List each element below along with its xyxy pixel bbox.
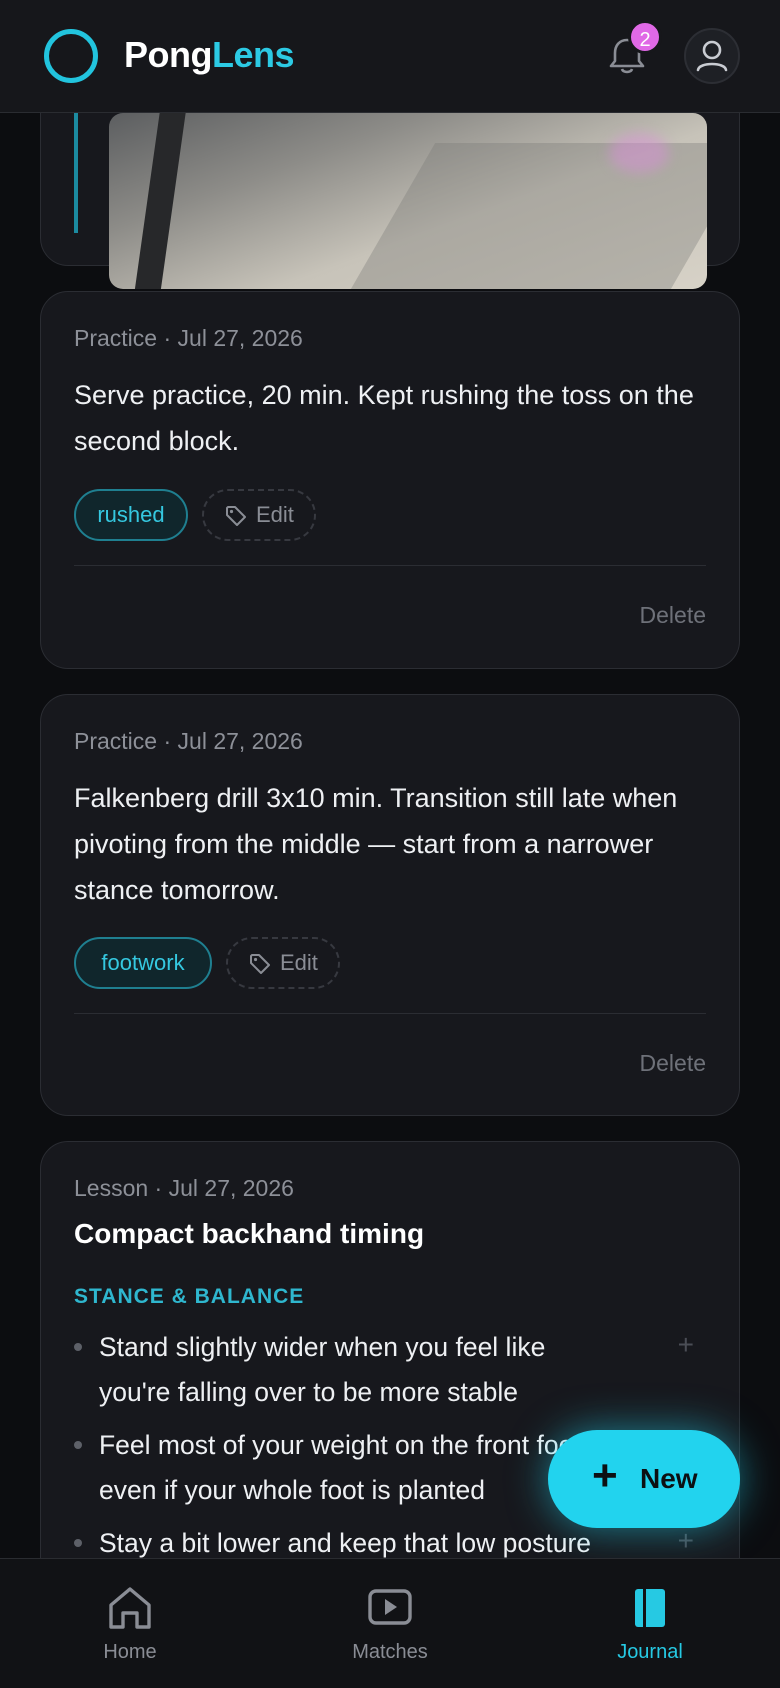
user-icon (696, 40, 728, 72)
brand-part-pong: Pong (124, 34, 212, 75)
nav-home[interactable]: Home (40, 1559, 220, 1688)
nav-journal[interactable]: Journal (560, 1559, 740, 1688)
nav-matches[interactable]: Matches (300, 1559, 480, 1688)
journal-entry: Practice · Jul 27, 2026 Falkenberg drill… (40, 694, 740, 1116)
bullet-dot (74, 1343, 82, 1351)
brand-part-lens: Lens (211, 34, 295, 75)
tag-chip[interactable]: rushed (74, 489, 188, 541)
edit-tags-button[interactable]: Edit (202, 489, 316, 541)
tag-icon (226, 506, 246, 526)
home-icon (109, 1587, 151, 1629)
delete-button[interactable]: Delete (640, 1050, 706, 1077)
tag-icon (250, 954, 270, 974)
app-header: PongLens 2 (0, 0, 780, 113)
entry-accent-bar (74, 113, 78, 233)
entry-photo[interactable] (109, 113, 707, 289)
tag-chip[interactable]: footwork (74, 937, 212, 989)
lesson-title: Compact backhand timing (74, 1218, 425, 1249)
plus-icon: + (592, 1451, 618, 1500)
logo-icon (44, 29, 98, 83)
bullet-dot (74, 1441, 82, 1449)
journal-entry: Practice · Jul 27, 2026 Serve practice, … (40, 291, 740, 669)
journal-icon (635, 1589, 665, 1627)
edit-label: Edit (280, 950, 318, 975)
add-item-button[interactable]: + (678, 1329, 694, 1361)
entry-text: Serve practice, 20 min. Kept rushing the… (74, 380, 694, 456)
lesson-item-text: Stand slightly wider when you feel like … (99, 1332, 546, 1407)
bottom-nav: Home Matches Journal (0, 1558, 780, 1688)
divider (74, 565, 706, 566)
delete-button[interactable]: Delete (640, 602, 706, 629)
add-item-button[interactable]: + (678, 1525, 694, 1557)
edit-label: Edit (256, 502, 294, 527)
nav-matches-label: Matches (352, 1641, 428, 1663)
divider (74, 1013, 706, 1014)
entry-meta: Lesson · Jul 27, 2026 (74, 1175, 294, 1201)
entry-meta: Practice · Jul 27, 2026 (74, 325, 303, 351)
lesson-section-heading: STANCE & BALANCE (74, 1285, 305, 1308)
entry-meta: Practice · Jul 27, 2026 (74, 728, 303, 754)
play-icon (368, 1589, 412, 1625)
new-entry-button[interactable]: + New (548, 1430, 740, 1528)
entry-text: Falkenberg drill 3x10 min. Transition st… (74, 783, 678, 905)
new-entry-label: New (640, 1463, 698, 1494)
nav-journal-label: Journal (617, 1641, 683, 1663)
lesson-item-text: Feel most of your weight on the front fo… (99, 1430, 581, 1505)
nav-home-label: Home (103, 1641, 157, 1663)
profile-button[interactable] (684, 28, 740, 84)
brand-name: PongLens (124, 34, 295, 76)
notification-badge: 2 (628, 20, 662, 54)
edit-tags-button[interactable]: Edit (226, 937, 340, 989)
bullet-dot (74, 1539, 82, 1547)
